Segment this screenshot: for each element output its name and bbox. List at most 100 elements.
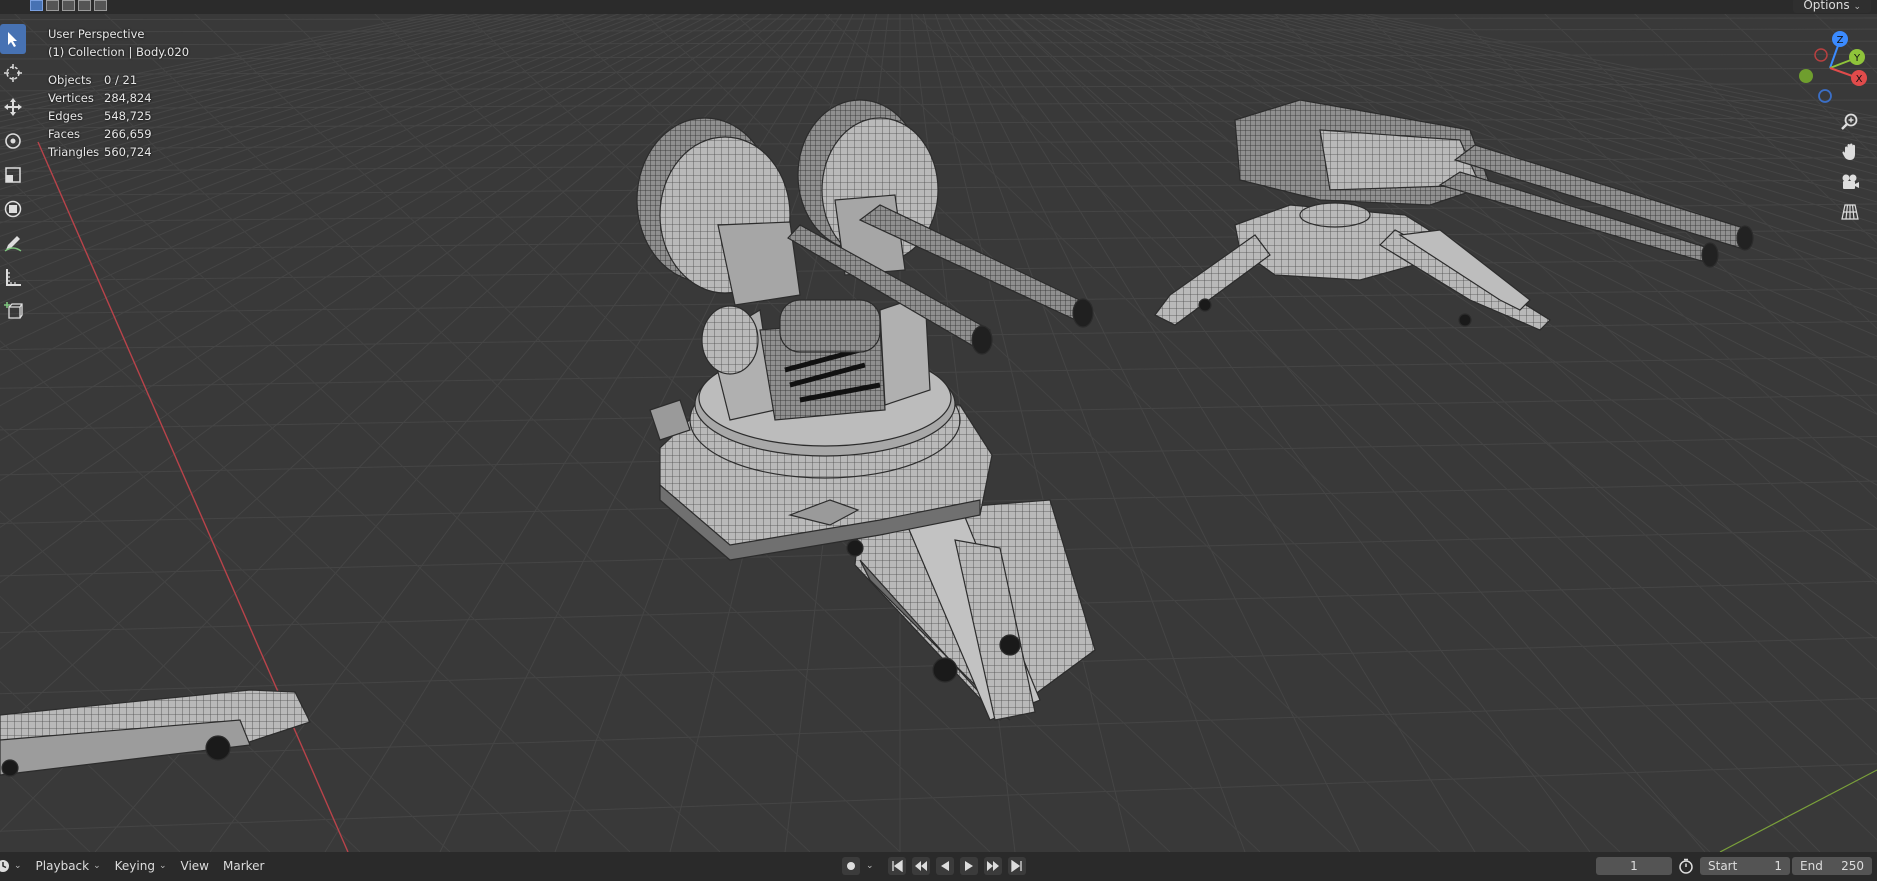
current-frame-field[interactable]: 1 xyxy=(1596,857,1672,875)
play-button[interactable] xyxy=(959,857,978,875)
zoom-magnifier-icon xyxy=(1841,113,1858,130)
gizmo-z-label: Z xyxy=(1837,35,1844,46)
play-reverse-button[interactable] xyxy=(935,857,954,875)
start-frame-field[interactable]: Start 1 xyxy=(1700,857,1790,875)
turret-model-center[interactable] xyxy=(636,99,1096,721)
preview-range-button[interactable] xyxy=(1678,858,1694,877)
stat-row: Triangles 560,724 xyxy=(48,143,152,161)
stat-row: Vertices 284,824 xyxy=(48,89,152,107)
stat-label: Edges xyxy=(48,109,83,123)
chevron-down-icon: ⌄ xyxy=(14,861,22,871)
stat-value: 284,824 xyxy=(104,91,152,105)
gizmo-neg-z-axis[interactable] xyxy=(1818,89,1832,103)
select-tool[interactable] xyxy=(0,24,26,54)
rotate-tool[interactable] xyxy=(0,126,26,156)
playback-label: Playback xyxy=(35,859,90,873)
chevron-down-icon: ⌄ xyxy=(93,861,101,871)
stat-label: Faces xyxy=(48,127,80,141)
hand-icon xyxy=(1842,143,1855,160)
prev-keyframe-button[interactable] xyxy=(911,857,930,875)
prev-keyframe-icon xyxy=(914,861,927,871)
move-tool[interactable] xyxy=(0,92,26,122)
end-label: End xyxy=(1800,859,1823,873)
select-new-icon[interactable] xyxy=(30,0,43,11)
chevron-down-icon: ⌄ xyxy=(1853,2,1861,12)
stat-row: Edges 548,725 xyxy=(48,107,152,125)
marker-label: Marker xyxy=(222,859,265,873)
stat-row: Objects 0 / 21 xyxy=(48,71,152,89)
jump-start-button[interactable] xyxy=(887,857,906,875)
stat-value: 0 / 21 xyxy=(104,73,138,87)
select-invert-icon[interactable] xyxy=(78,0,91,11)
transform-tool[interactable] xyxy=(0,194,26,224)
view-menu[interactable]: View xyxy=(181,859,209,873)
select-subtract-icon[interactable] xyxy=(62,0,75,11)
chevron-down-icon: ⌄ xyxy=(158,861,167,871)
y-axis-line xyxy=(1719,769,1877,852)
annotate-pencil-icon xyxy=(4,236,22,252)
playback-menu[interactable]: Playback ⌄ xyxy=(36,859,101,873)
view-name: User Perspective xyxy=(48,27,145,41)
stat-label: Vertices xyxy=(48,91,94,105)
select-extend-icon[interactable] xyxy=(46,0,59,11)
ruler-icon xyxy=(6,269,21,286)
add-cube-tool[interactable] xyxy=(0,296,26,326)
view-label: View xyxy=(180,859,209,873)
pan-button[interactable] xyxy=(1838,140,1862,164)
select-intersect-icon[interactable] xyxy=(94,0,107,11)
stat-value: 548,725 xyxy=(104,109,152,123)
zoom-button[interactable] xyxy=(1838,110,1862,134)
marker-menu[interactable]: Marker xyxy=(223,859,264,873)
stat-label: Objects xyxy=(48,73,92,87)
3d-viewport[interactable]: Options ⌄ User Perspective (1) Collectio… xyxy=(0,0,1877,852)
header-strip: Options ⌄ xyxy=(0,0,1877,14)
turret-arm-partial[interactable] xyxy=(0,689,311,777)
options-label: Options xyxy=(1803,0,1850,12)
annotate-tool[interactable] xyxy=(0,228,26,258)
measure-tool[interactable] xyxy=(0,262,26,292)
end-frame-field[interactable]: End 250 xyxy=(1792,857,1872,875)
move-arrows-icon xyxy=(4,98,22,116)
cursor-arrow-icon xyxy=(8,32,17,47)
next-keyframe-button[interactable] xyxy=(983,857,1002,875)
viewport-scene[interactable] xyxy=(0,0,1877,852)
next-keyframe-icon xyxy=(986,861,999,871)
stopwatch-icon xyxy=(1679,858,1693,874)
stat-value: 266,659 xyxy=(104,127,152,141)
stat-row: Faces 266,659 xyxy=(48,125,152,143)
view-info: User Perspective (1) Collection | Body.0… xyxy=(48,25,189,61)
camera-view-button[interactable] xyxy=(1838,170,1862,194)
playback-controls: ⌄ xyxy=(842,857,1026,875)
timeline-header: ⌄ Playback ⌄ Keying ⌄ View Marker ⌄ 1 Star… xyxy=(0,852,1877,881)
turret-model-right[interactable] xyxy=(1154,99,1754,331)
timeline-menus: ⌄ Playback ⌄ Keying ⌄ View Marker xyxy=(0,859,264,873)
current-frame-value: 1 xyxy=(1630,859,1638,873)
cursor-tool[interactable] xyxy=(0,58,26,88)
gizmo-x-label: X xyxy=(1856,74,1863,85)
options-button[interactable]: Options ⌄ xyxy=(1793,0,1871,13)
navigation-gizmo[interactable]: Z Y X xyxy=(1790,28,1870,106)
gizmo-neg-x-axis[interactable] xyxy=(1814,48,1828,62)
play-reverse-icon xyxy=(940,861,949,871)
stat-value: 560,724 xyxy=(104,145,152,159)
rotate-icon xyxy=(5,133,21,149)
perspective-toggle-button[interactable] xyxy=(1838,200,1862,224)
transform-icon xyxy=(4,200,22,218)
editor-type-button[interactable]: ⌄ xyxy=(0,859,22,873)
clock-icon xyxy=(0,860,9,872)
chevron-down-icon: ⌄ xyxy=(866,861,874,871)
camera-icon xyxy=(1842,174,1859,189)
scale-icon xyxy=(5,167,21,183)
record-icon xyxy=(847,862,855,870)
jump-end-button[interactable] xyxy=(1007,857,1026,875)
end-value: 250 xyxy=(1841,859,1864,873)
crosshair-cursor-icon xyxy=(4,64,22,82)
add-cube-icon xyxy=(4,302,23,319)
auto-keying-button[interactable] xyxy=(842,857,860,875)
keying-menu[interactable]: Keying ⌄ xyxy=(115,859,167,873)
start-value: 1 xyxy=(1774,859,1782,873)
gizmo-neg-y-axis[interactable] xyxy=(1799,69,1813,83)
scale-tool[interactable] xyxy=(0,160,26,190)
select-mode-buttons[interactable] xyxy=(30,0,107,11)
collection-info: (1) Collection | Body.020 xyxy=(48,45,190,59)
